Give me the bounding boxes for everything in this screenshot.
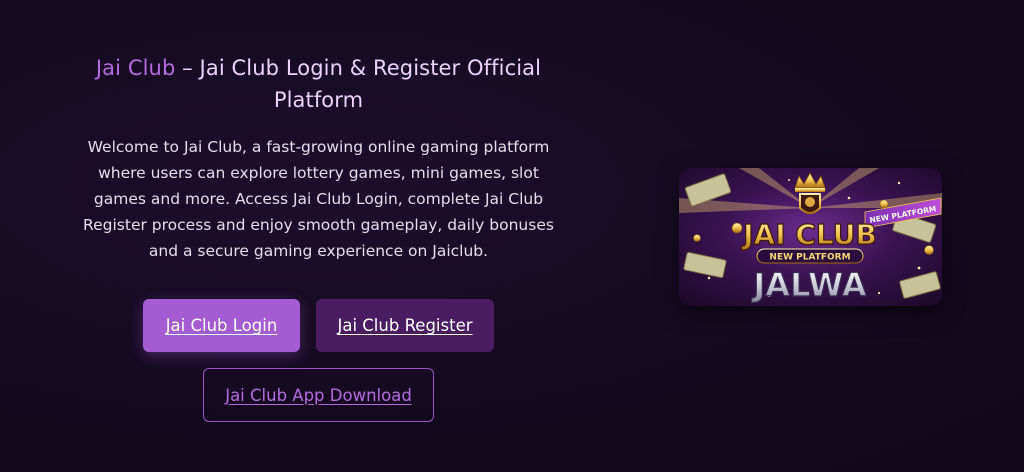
page-title: Jai Club – Jai Club Login & Register Off… (80, 52, 557, 116)
app-download-button[interactable]: Jai Club App Download (203, 368, 434, 422)
hero-text-column: Jai Club – Jai Club Login & Register Off… (80, 52, 557, 264)
title-rest: – Jai Club Login & Register Official Pla… (175, 56, 542, 112)
login-button[interactable]: Jai Club Login (143, 299, 300, 352)
hero-section: Jai Club – Jai Club Login & Register Off… (0, 0, 1024, 472)
promo-banner-image: NEW PLATFORM JAI CLUB NEW PLATFORM JALWA (679, 168, 942, 306)
banner-brand-text: JAI CLUB (741, 218, 877, 251)
lion-emblem-icon (799, 193, 821, 214)
banner-subtitle-text: NEW PLATFORM (769, 253, 850, 263)
register-button[interactable]: Jai Club Register (316, 299, 494, 352)
title-brand: Jai Club (95, 56, 176, 80)
hero-description: Welcome to Jai Club, a fast-growing onli… (83, 138, 554, 260)
promo-banner-graphic: NEW PLATFORM JAI CLUB NEW PLATFORM JALWA (679, 168, 942, 306)
banner-bottom-text: JALWA (751, 266, 866, 304)
